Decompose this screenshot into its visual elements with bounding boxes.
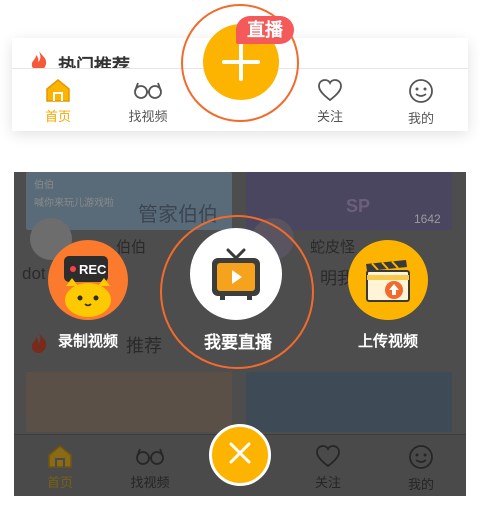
glasses-icon [134,82,162,99]
go-live-label: 我要直播 [204,333,272,352]
close-icon [229,442,251,464]
tab-home[interactable]: 首页 [30,443,90,491]
rec-text: REC [79,262,107,277]
home-icon [48,445,72,468]
section-title: 热门推荐 [58,56,130,68]
record-video-label: 录制视频 [57,333,118,350]
fire-icon [31,333,47,353]
face-icon [409,445,433,469]
tab-home[interactable]: 首页 [28,77,88,125]
upload-video-button[interactable] [348,240,428,320]
tv-play-icon [212,248,260,300]
tab-label: 首页 [44,109,71,124]
tab-follow[interactable]: 关注 [300,77,360,125]
fire-icon [31,51,47,68]
view-count: 1642 [414,212,441,226]
thumb-small-text: 喊你来玩儿游戏啦 [34,198,114,209]
close-button[interactable] [209,424,271,486]
tab-me[interactable]: 我的 [391,77,451,127]
video-thumbnail [246,372,452,432]
tab-label: 首页 [46,475,73,490]
go-live-button[interactable] [190,228,282,320]
tab-follow[interactable]: 关注 [298,443,358,491]
heart-icon [316,445,340,468]
tab-find-video[interactable]: 找视频 [120,443,180,491]
tab-find-video[interactable]: 找视频 [118,77,178,125]
video-thumbnail [26,372,232,432]
rec-cat-icon: REC [64,256,111,317]
tab-label: 找视频 [130,475,170,490]
section-title: 推荐 [126,336,162,356]
tab-label: 我的 [407,111,434,126]
heart-icon [318,79,342,102]
tab-label: 关注 [316,109,343,124]
tab-me[interactable]: 我的 [391,443,451,493]
tab-label: 找视频 [128,109,168,124]
upload-video-label: 上传视频 [357,333,418,350]
plus-icon-vertical [239,43,243,81]
video-title: dot [22,264,46,283]
glasses-icon [136,448,164,465]
clapper-upload-icon [366,260,410,302]
face-icon [409,79,433,103]
home-icon [46,79,70,102]
thumb-small-text: 伯伯 [34,180,54,191]
thumb-caption: SP [346,196,371,216]
tab-label: 关注 [314,475,341,490]
live-badge: 直播 [236,16,294,44]
record-video-button[interactable]: REC [48,240,128,320]
tab-label: 我的 [407,477,434,492]
